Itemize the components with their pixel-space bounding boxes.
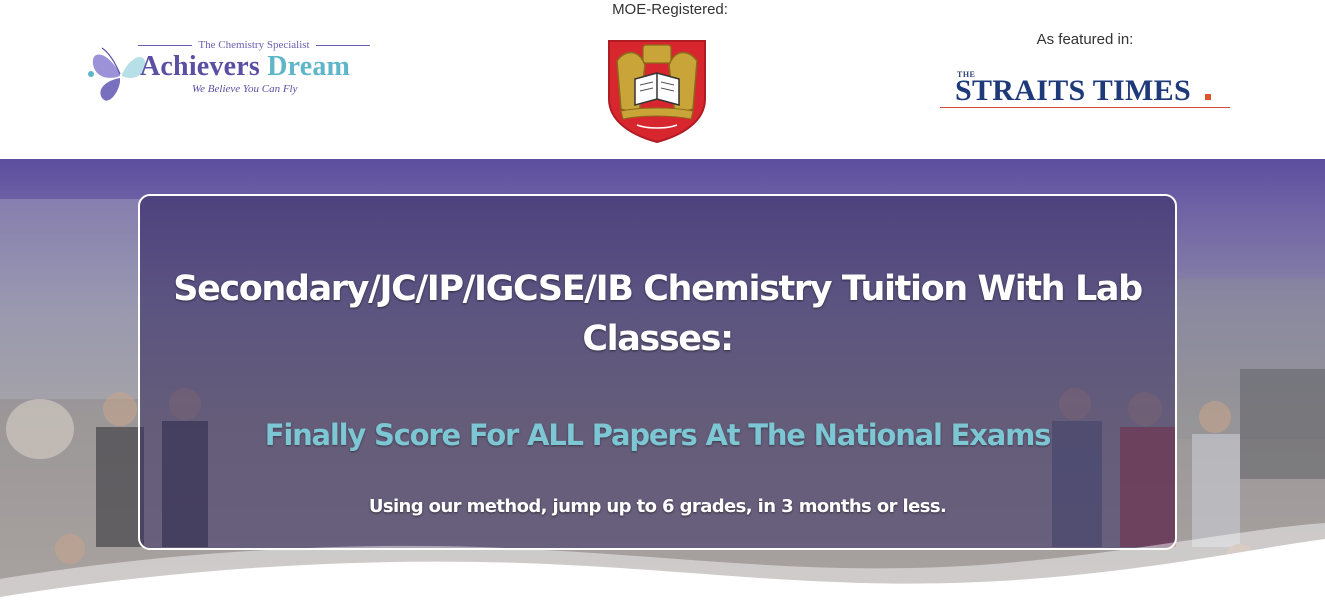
straits-times-dot — [1205, 94, 1211, 100]
logo-name: Achievers Dream — [140, 51, 350, 83]
straits-times-logo[interactable]: THE STRAITS TIMES — [940, 68, 1232, 112]
logo-name-achievers: Achievers — [140, 51, 260, 82]
logo-name-dream: Dream — [267, 51, 351, 82]
hero-subtitle: Finally Score For ALL Papers At The Nati… — [264, 418, 1052, 452]
moe-crest-icon — [608, 40, 706, 143]
achievers-dream-logo[interactable]: The Chemistry Specialist Achievers Dream… — [86, 34, 376, 110]
featured-in-label: As featured in: — [1036, 31, 1134, 48]
hero-card: Secondary/JC/IP/IGCSE/IB Chemistry Tuiti… — [138, 194, 1177, 550]
straits-times-rule — [940, 107, 1230, 108]
logo-slogan: We Believe You Can Fly — [192, 83, 298, 95]
straits-times-name: STRAITS TIMES — [955, 74, 1191, 107]
hero-title: Secondary/JC/IP/IGCSE/IB Chemistry Tuiti… — [173, 269, 1143, 359]
hero-tagline: Using our method, jump up to 6 grades, i… — [368, 496, 947, 517]
hero-bottom-wave — [0, 523, 1325, 611]
hero-section: Secondary/JC/IP/IGCSE/IB Chemistry Tuiti… — [0, 159, 1325, 611]
site-header: The Chemistry Specialist Achievers Dream… — [0, 0, 1325, 159]
logo-tagline: The Chemistry Specialist — [198, 39, 310, 51]
moe-registered-label: MOE-Registered: — [612, 1, 728, 18]
logo-tagline-row: The Chemistry Specialist — [138, 38, 371, 52]
